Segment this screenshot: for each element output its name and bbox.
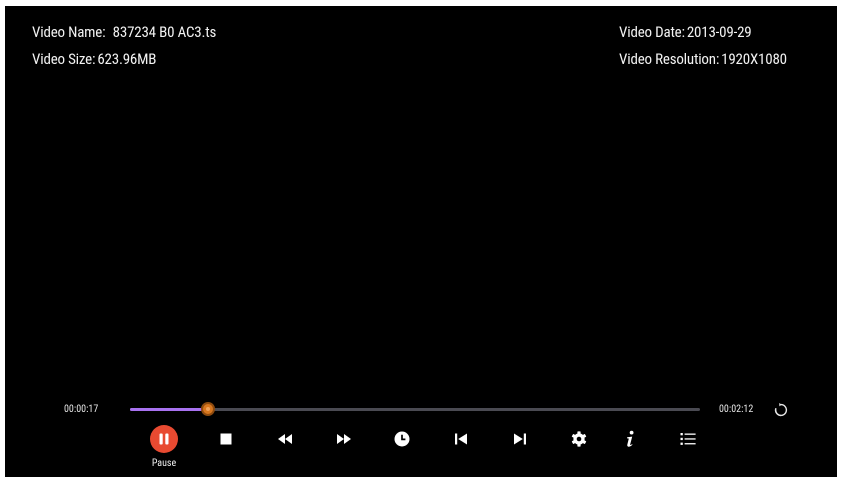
fast-forward-button[interactable] [329,425,359,453]
clock-icon [394,431,410,447]
pause-label: Pause [151,458,177,469]
pause-button[interactable] [149,425,179,453]
settings-button[interactable] [564,425,594,453]
video-date-label: Video Date: [619,23,685,41]
timer-button[interactable] [387,425,417,453]
video-name-suffix: B0 AC3.ts [159,23,217,41]
video-name-label: Video Name: [32,23,106,41]
video-resolution: Video Resolution: 1920X1080 [619,50,787,68]
rewind-icon [278,434,292,444]
list-icon [680,433,696,445]
loop-icon[interactable] [773,402,789,418]
seek-bar[interactable] [130,402,700,416]
video-name: Video Name: 837234 B0 AC3.ts [32,23,216,41]
current-time: 00:00:17 [64,404,99,415]
video-size-label: Video Size: [32,50,96,68]
skip-next-icon [514,433,526,445]
next-button[interactable] [505,425,535,453]
stop-icon [220,433,232,445]
pause-icon [150,425,178,453]
total-time: 00:02:12 [719,404,754,415]
video-name-value: 837234 [112,23,156,41]
info-icon [627,430,634,447]
video-date: Video Date: 2013-09-29 [619,23,752,41]
video-size: Video Size: 623.96MB [32,50,156,68]
seek-bar-played [130,408,209,411]
video-date-value: 2013-09-29 [686,23,752,41]
info-button[interactable] [615,425,645,453]
seek-thumb[interactable] [201,402,216,416]
video-player-screen[interactable]: Video Name: 837234 B0 AC3.ts Video Size:… [5,6,837,477]
stop-button[interactable] [211,425,241,453]
gear-icon [571,431,587,447]
playlist-button[interactable] [673,425,703,453]
previous-button[interactable] [446,425,476,453]
video-resolution-label: Video Resolution: [619,50,720,68]
rewind-button[interactable] [270,425,300,453]
video-resolution-value: 1920X1080 [721,50,787,68]
skip-previous-icon [455,433,467,445]
fast-forward-icon [337,434,351,444]
video-size-value: 623.96MB [97,50,157,68]
